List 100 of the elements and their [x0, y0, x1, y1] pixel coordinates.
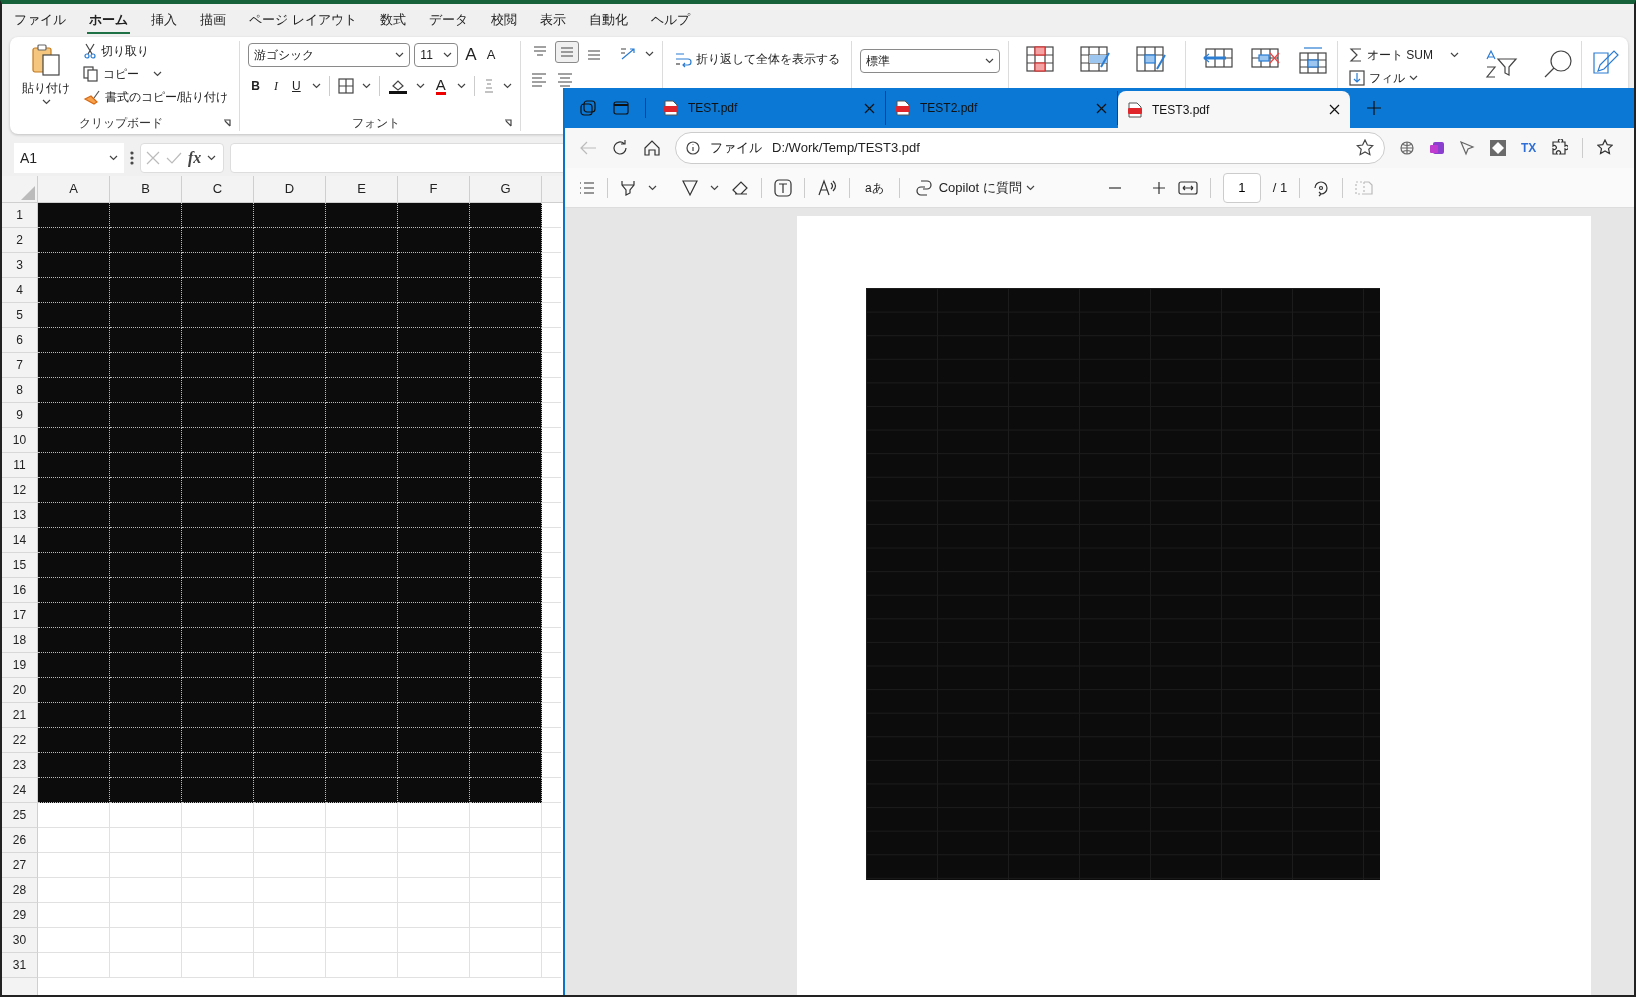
row-header[interactable]: 22 — [2, 728, 38, 753]
fill-button[interactable]: フィル — [1346, 68, 1463, 88]
highlighter-icon[interactable] — [620, 178, 636, 197]
table-cell[interactable] — [110, 828, 182, 853]
column-header[interactable]: E — [326, 176, 398, 202]
close-icon[interactable] — [1329, 104, 1340, 115]
address-bar[interactable]: ファイル D:/Work/Temp/TEST3.pdf — [675, 132, 1385, 164]
row-header[interactable]: 2 — [2, 228, 38, 253]
menu-tab[interactable]: 数式 — [377, 6, 408, 35]
table-cell[interactable] — [110, 928, 182, 953]
zoom-in-icon[interactable] — [1151, 180, 1166, 195]
autosum-button[interactable]: オート SUM — [1346, 45, 1463, 65]
draw-icon[interactable] — [682, 178, 698, 197]
table-cell[interactable] — [182, 853, 254, 878]
table-cell[interactable] — [182, 928, 254, 953]
table-cell[interactable] — [254, 828, 326, 853]
conditional-format-icon[interactable] — [1024, 45, 1055, 73]
row-header[interactable]: 10 — [2, 428, 38, 453]
table-cell[interactable] — [398, 853, 470, 878]
browser-tab[interactable]: TEST3.pdf — [1118, 91, 1350, 128]
dialog-launcher-icon[interactable] — [223, 119, 232, 127]
insert-cells-icon[interactable] — [1201, 45, 1234, 71]
table-cell[interactable] — [38, 828, 110, 853]
table-cell[interactable] — [182, 803, 254, 828]
row-header[interactable]: 23 — [2, 753, 38, 778]
table-cell[interactable] — [470, 928, 542, 953]
table-cell[interactable] — [326, 878, 398, 903]
wrap-text-button[interactable]: 折り返して全体を表示する — [670, 49, 843, 69]
menu-tab[interactable]: ファイル — [12, 6, 68, 35]
favorites-icon[interactable] — [1597, 139, 1614, 157]
row-header[interactable]: 4 — [2, 278, 38, 303]
dialog-launcher-icon[interactable] — [503, 119, 512, 127]
table-cell[interactable] — [470, 953, 542, 978]
menu-tab[interactable]: 自動化 — [586, 6, 630, 35]
text-box-icon[interactable] — [774, 178, 792, 197]
column-header[interactable]: D — [254, 176, 326, 202]
row-header[interactable]: 16 — [2, 578, 38, 603]
format-as-table-icon[interactable] — [1078, 45, 1111, 75]
extensions-icon[interactable] — [1550, 139, 1569, 157]
row-header[interactable]: 7 — [2, 353, 38, 378]
table-cell[interactable] — [470, 853, 542, 878]
table-cell[interactable] — [110, 853, 182, 878]
table-cell[interactable] — [398, 928, 470, 953]
sort-filter-icon[interactable] — [1484, 49, 1519, 79]
table-cell[interactable] — [326, 828, 398, 853]
scissors-icon[interactable] — [83, 43, 97, 59]
table-cell[interactable] — [326, 953, 398, 978]
more-options-icon[interactable] — [130, 151, 134, 165]
table-cell[interactable] — [110, 878, 182, 903]
table-cell[interactable] — [38, 803, 110, 828]
translate-button[interactable]: aあ — [862, 177, 887, 198]
clipboard-icon[interactable] — [31, 43, 61, 77]
table-cell[interactable] — [470, 903, 542, 928]
name-box[interactable]: A1 — [14, 143, 124, 173]
align-middle-icon[interactable] — [554, 41, 579, 63]
delete-cells-icon[interactable] — [1249, 45, 1282, 71]
menu-tab[interactable]: 校閲 — [488, 6, 519, 35]
row-header[interactable]: 21 — [2, 703, 38, 728]
font-name-dropdown[interactable]: 游ゴシック — [248, 42, 411, 67]
column-header[interactable]: A — [38, 176, 110, 202]
refresh-icon[interactable] — [611, 139, 629, 157]
browser-tab[interactable]: TEST.pdf — [654, 91, 886, 125]
contents-icon[interactable] — [579, 180, 595, 195]
row-header[interactable]: 9 — [2, 403, 38, 428]
eraser-icon[interactable] — [731, 179, 749, 196]
copy-button[interactable]: コピー — [80, 64, 232, 84]
table-cell[interactable] — [398, 953, 470, 978]
diamond-badge-icon[interactable] — [1489, 139, 1507, 157]
row-header[interactable]: 14 — [2, 528, 38, 553]
grow-font-button[interactable]: A — [462, 41, 480, 69]
row-header[interactable]: 12 — [2, 478, 38, 503]
number-format-dropdown[interactable]: 標準 — [859, 49, 1000, 73]
menu-tab[interactable]: 表示 — [537, 6, 568, 35]
sigma-icon[interactable] — [1349, 47, 1363, 63]
browser-tab[interactable]: TEST2.pdf — [886, 91, 1118, 125]
paste-button[interactable]: 貼り付け — [18, 41, 74, 107]
italic-button[interactable]: I — [271, 75, 281, 96]
table-cell[interactable] — [398, 878, 470, 903]
table-cell[interactable] — [254, 878, 326, 903]
menu-tab[interactable]: 挿入 — [149, 6, 179, 35]
table-cell[interactable] — [398, 828, 470, 853]
font-size-dropdown[interactable]: 11 — [414, 42, 459, 67]
search-icon[interactable] — [1542, 49, 1575, 79]
column-header[interactable]: C — [182, 176, 254, 202]
table-cell[interactable] — [470, 828, 542, 853]
notebook-extension-icon[interactable] — [1429, 140, 1445, 156]
row-header[interactable]: 31 — [2, 953, 38, 978]
table-cell[interactable] — [38, 853, 110, 878]
column-header[interactable]: G — [470, 176, 542, 202]
table-cell[interactable] — [254, 928, 326, 953]
wrap-text-icon[interactable] — [673, 50, 692, 68]
read-aloud-icon[interactable] — [817, 178, 837, 197]
table-cell[interactable] — [254, 853, 326, 878]
table-cell[interactable] — [470, 778, 542, 803]
table-cell[interactable] — [182, 828, 254, 853]
menu-tab[interactable]: 描画 — [198, 6, 228, 35]
row-header[interactable]: 6 — [2, 328, 38, 353]
table-cell[interactable] — [398, 903, 470, 928]
table-cell[interactable] — [470, 878, 542, 903]
row-header[interactable]: 1 — [2, 203, 38, 228]
